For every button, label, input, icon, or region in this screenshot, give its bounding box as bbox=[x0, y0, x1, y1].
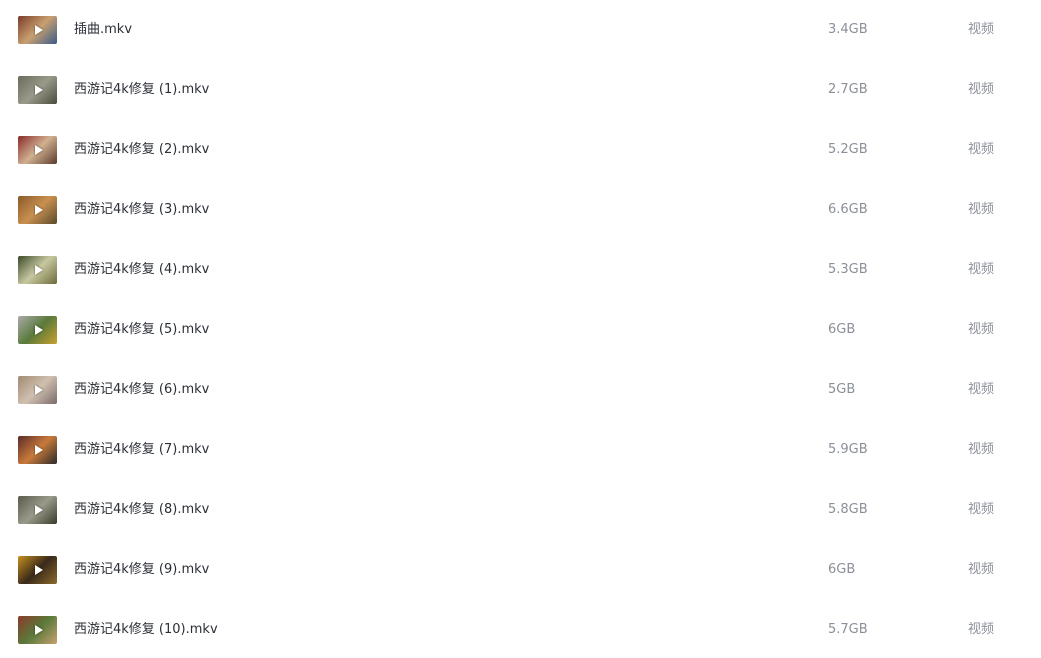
play-icon bbox=[34, 445, 43, 455]
file-row[interactable]: 西游记4k修复 (10).mkv 5.7GB 视频 bbox=[0, 615, 1041, 658]
play-icon bbox=[34, 625, 43, 635]
file-row[interactable]: 西游记4k修复 (8).mkv 5.8GB 视频 bbox=[0, 495, 1041, 555]
video-thumbnail[interactable] bbox=[18, 436, 57, 464]
file-name[interactable]: 西游记4k修复 (6).mkv bbox=[74, 375, 209, 405]
file-type: 视频 bbox=[968, 382, 995, 397]
file-size: 3.4GB bbox=[828, 22, 868, 37]
video-thumbnail[interactable] bbox=[18, 556, 57, 584]
file-name[interactable]: 西游记4k修复 (7).mkv bbox=[74, 435, 209, 465]
file-type: 视频 bbox=[968, 82, 995, 97]
play-icon bbox=[34, 565, 43, 575]
file-type: 视频 bbox=[968, 262, 995, 277]
file-type: 视频 bbox=[968, 142, 995, 157]
play-icon bbox=[34, 25, 43, 35]
video-thumbnail[interactable] bbox=[18, 256, 57, 284]
file-size: 5GB bbox=[828, 382, 856, 397]
file-row[interactable]: 西游记4k修复 (7).mkv 5.9GB 视频 bbox=[0, 435, 1041, 495]
video-thumbnail[interactable] bbox=[18, 316, 57, 344]
file-row[interactable]: 西游记4k修复 (3).mkv 6.6GB 视频 bbox=[0, 195, 1041, 255]
file-size: 5.3GB bbox=[828, 262, 868, 277]
file-size: 6GB bbox=[828, 322, 856, 337]
file-row[interactable]: 插曲.mkv 3.4GB 视频 bbox=[0, 15, 1041, 75]
file-row[interactable]: 西游记4k修复 (4).mkv 5.3GB 视频 bbox=[0, 255, 1041, 315]
file-type: 视频 bbox=[968, 442, 995, 457]
play-icon bbox=[34, 505, 43, 515]
play-icon bbox=[34, 205, 43, 215]
file-size: 5.8GB bbox=[828, 502, 868, 517]
video-thumbnail[interactable] bbox=[18, 496, 57, 524]
video-thumbnail[interactable] bbox=[18, 196, 57, 224]
file-name[interactable]: 西游记4k修复 (4).mkv bbox=[74, 255, 209, 285]
file-row[interactable]: 西游记4k修复 (1).mkv 2.7GB 视频 bbox=[0, 75, 1041, 135]
file-name[interactable]: 西游记4k修复 (8).mkv bbox=[74, 495, 209, 525]
file-name[interactable]: 西游记4k修复 (1).mkv bbox=[74, 75, 209, 105]
play-icon bbox=[34, 385, 43, 395]
file-size: 5.7GB bbox=[828, 622, 868, 637]
play-icon bbox=[34, 145, 43, 155]
file-name[interactable]: 西游记4k修复 (2).mkv bbox=[74, 135, 209, 165]
play-icon bbox=[34, 325, 43, 335]
file-size: 2.7GB bbox=[828, 82, 868, 97]
file-type: 视频 bbox=[968, 322, 995, 337]
file-type: 视频 bbox=[968, 202, 995, 217]
file-type: 视频 bbox=[968, 562, 995, 577]
video-thumbnail[interactable] bbox=[18, 616, 57, 644]
file-size: 6.6GB bbox=[828, 202, 868, 217]
file-name[interactable]: 西游记4k修复 (10).mkv bbox=[74, 615, 218, 645]
file-name[interactable]: 西游记4k修复 (5).mkv bbox=[74, 315, 209, 345]
play-icon bbox=[34, 265, 43, 275]
file-list: 插曲.mkv 3.4GB 视频 西游记4k修复 (1).mkv 2.7GB 视频 西游记4k… bbox=[0, 0, 1041, 658]
file-row[interactable]: 西游记4k修复 (9).mkv 6GB 视频 bbox=[0, 555, 1041, 615]
file-size: 6GB bbox=[828, 562, 856, 577]
video-thumbnail[interactable] bbox=[18, 76, 57, 104]
file-name[interactable]: 西游记4k修复 (9).mkv bbox=[74, 555, 209, 585]
video-thumbnail[interactable] bbox=[18, 16, 57, 44]
file-row[interactable]: 西游记4k修复 (5).mkv 6GB 视频 bbox=[0, 315, 1041, 375]
file-size: 5.9GB bbox=[828, 442, 868, 457]
file-name[interactable]: 插曲.mkv bbox=[74, 15, 132, 45]
video-thumbnail[interactable] bbox=[18, 136, 57, 164]
file-row[interactable]: 西游记4k修复 (6).mkv 5GB 视频 bbox=[0, 375, 1041, 435]
file-size: 5.2GB bbox=[828, 142, 868, 157]
video-thumbnail[interactable] bbox=[18, 376, 57, 404]
file-name[interactable]: 西游记4k修复 (3).mkv bbox=[74, 195, 209, 225]
file-row[interactable]: 西游记4k修复 (2).mkv 5.2GB 视频 bbox=[0, 135, 1041, 195]
file-type: 视频 bbox=[968, 502, 995, 517]
play-icon bbox=[34, 85, 43, 95]
file-type: 视频 bbox=[968, 622, 995, 637]
file-type: 视频 bbox=[968, 22, 995, 37]
